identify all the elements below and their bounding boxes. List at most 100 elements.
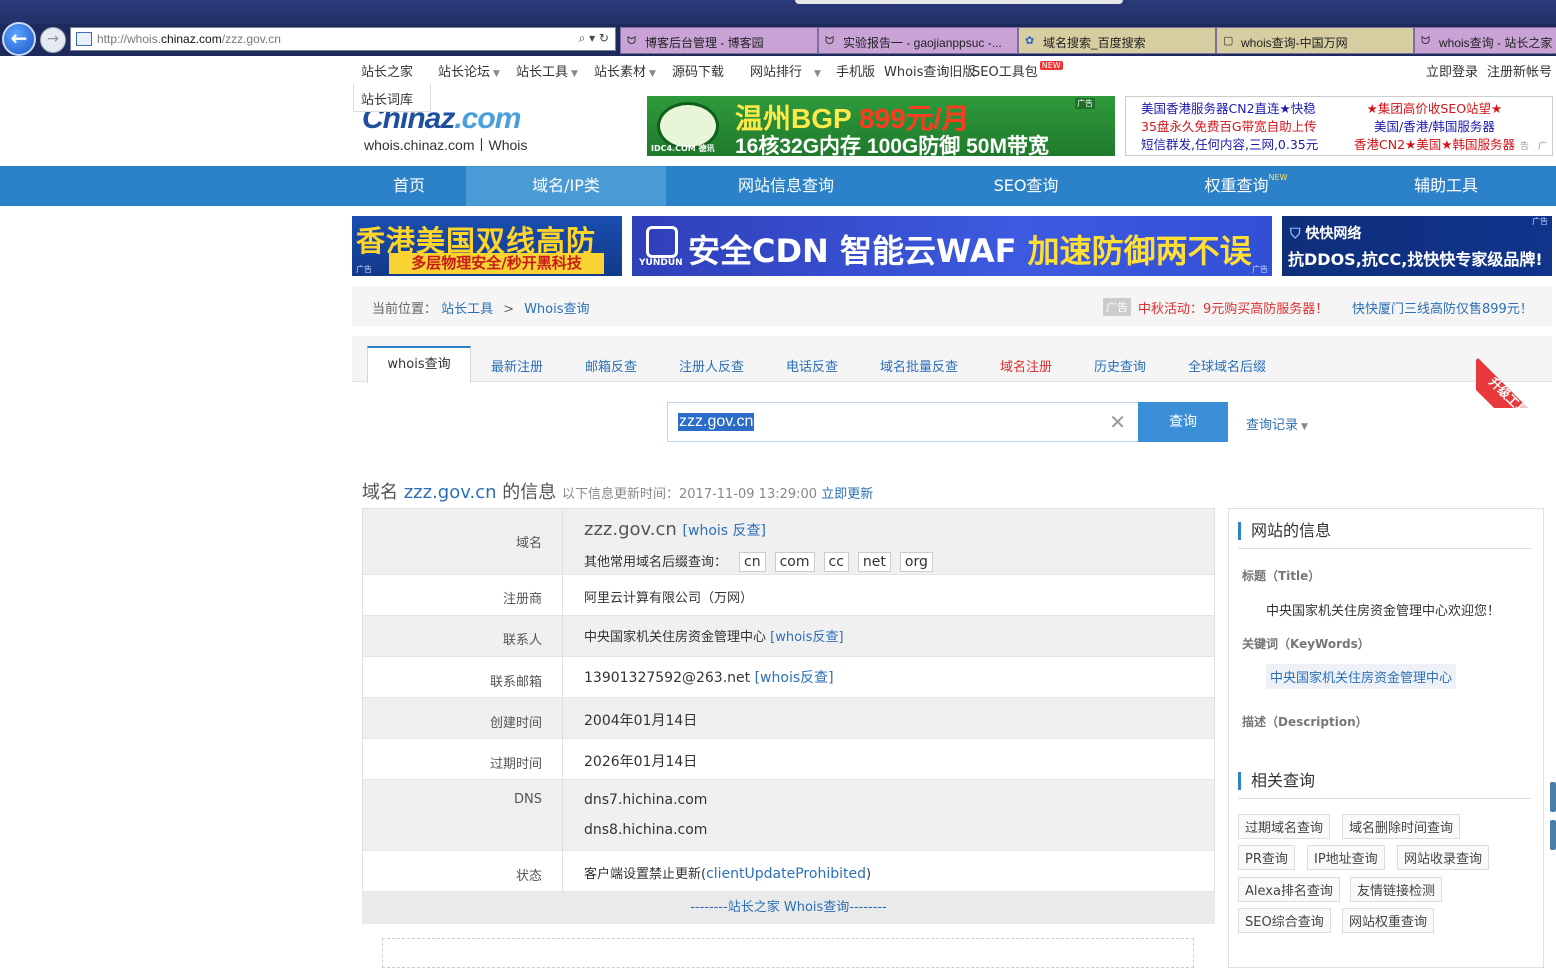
browser-tab[interactable]: ᗢ 实验报告一 - gaojianppsuc -... xyxy=(818,27,1018,54)
whois-reverse-link[interactable]: [whois 反查] xyxy=(683,523,766,539)
banner-ad-yundun[interactable]: YUNDUN 安全CDN 智能云WAF 加速防御两不误 广告 xyxy=(632,216,1272,276)
suffix-net[interactable]: net xyxy=(857,552,891,572)
tab-registrant-reverse[interactable]: 注册人反查 xyxy=(679,356,744,375)
browser-tab[interactable]: ᗢ 博客后台管理 - 博客园 xyxy=(620,27,818,54)
domain-value: zzz.gov.cn [whois 反查] xyxy=(584,519,766,540)
clear-icon[interactable]: ✕ xyxy=(1109,410,1126,434)
new-badge: NEW xyxy=(1268,173,1288,182)
toplink-source[interactable]: 源码下载 xyxy=(672,61,724,80)
tab-latest-register[interactable]: 最新注册 xyxy=(491,356,543,375)
banner-ad-bgp[interactable]: IDC4.COM 德讯 温州BGP 899元/月 16核32G内存 100G防御… xyxy=(647,96,1115,156)
text-ad-link[interactable]: ★集团高价收SEO站望★ xyxy=(1354,100,1515,118)
tab-domain-register[interactable]: 域名注册 xyxy=(1000,356,1052,375)
tab-email-reverse[interactable]: 邮箱反查 xyxy=(585,356,637,375)
contact-reverse-link[interactable]: [whois反查] xyxy=(770,630,843,645)
related-link[interactable]: 友情链接检测 xyxy=(1350,877,1443,902)
promo-link-midautumn[interactable]: 中秋活动：9元购买高防服务器！ xyxy=(1138,298,1328,317)
toplink-tools[interactable]: 站长工具 ▼ xyxy=(516,61,578,80)
search-input-value[interactable]: zzz.gov.cn xyxy=(678,413,755,431)
suffix-com[interactable]: com xyxy=(774,552,815,572)
related-link[interactable]: 域名删除时间查询 xyxy=(1342,814,1461,839)
email-reverse-link[interactable]: [whois反查] xyxy=(755,670,834,686)
search-button[interactable]: 查询 xyxy=(1138,402,1228,442)
scroll-indicator[interactable] xyxy=(1550,820,1556,850)
dropdown-item-cidian[interactable]: 站长词库 xyxy=(353,84,431,112)
tab-global-suffix[interactable]: 全球域名后缀 xyxy=(1188,356,1266,375)
title-value: 中央国家机关住房资金管理中心欢迎您！ xyxy=(1266,604,1501,619)
related-link[interactable]: Alexa排名查询 xyxy=(1238,877,1340,902)
query-history-dropdown[interactable]: 查询记录 ▼ xyxy=(1246,414,1308,433)
suffix-cc[interactable]: cc xyxy=(823,552,849,572)
site-favicon-icon xyxy=(76,32,92,46)
table-row-dns: DNS dns7.hichina.com dns8.hichina.com xyxy=(363,780,1214,851)
row-label: 联系邮箱 xyxy=(363,657,563,697)
address-bar[interactable]: http://whois.chinaz.com/zzz.gov.cn ⌕ ▾ ↻ xyxy=(70,27,616,51)
related-link[interactable]: 过期域名查询 xyxy=(1238,814,1331,839)
related-link[interactable]: 网站收录查询 xyxy=(1397,845,1490,870)
vip-upgrade-ribbon[interactable]: 升级工具VIP xyxy=(1476,336,1556,408)
related-link[interactable]: 网站权重查询 xyxy=(1342,908,1435,933)
text-ad-link[interactable]: 美国/香港/韩国服务器 xyxy=(1354,118,1515,136)
update-now-link[interactable]: 立即更新 xyxy=(821,487,873,502)
toplink-old-whois[interactable]: Whois查询旧版 xyxy=(884,61,975,80)
suffix-cn[interactable]: cn xyxy=(739,552,766,572)
suffix-org[interactable]: org xyxy=(899,552,933,572)
divider xyxy=(1238,548,1531,549)
breadcrumb-whois[interactable]: Whois查询 xyxy=(524,302,589,317)
nav-seo[interactable]: SEO查询 xyxy=(926,166,1126,206)
nav-aux-tools[interactable]: 辅助工具 xyxy=(1346,166,1546,206)
address-url[interactable]: http://whois.chinaz.com/zzz.gov.cn xyxy=(97,32,281,46)
tab-batch-reverse[interactable]: 域名批量反查 xyxy=(880,356,958,375)
toplink-material[interactable]: 站长素材 ▼ xyxy=(594,61,656,80)
ad-tag: 广告 xyxy=(1103,298,1131,316)
nav-home[interactable]: 首页 xyxy=(352,166,466,206)
nav-weight[interactable]: 权重查询NEW xyxy=(1146,166,1346,206)
update-info: 以下信息更新时间：2017-11-09 13:29:00 立即更新 xyxy=(562,487,874,502)
browser-tab[interactable]: ✿ 域名搜索_百度搜索 xyxy=(1018,27,1216,54)
tab-whois[interactable]: whois查询 xyxy=(367,346,471,383)
logo-subtitle: whois.chinaz.com丨Whois xyxy=(364,137,528,153)
whois-footer: --------站长之家 Whois查询-------- xyxy=(362,892,1215,924)
toplink-rank[interactable]: 网站排行 ▼ xyxy=(750,61,821,80)
nav-domain-ip[interactable]: 域名/IP类 xyxy=(466,166,666,206)
browser-tab-active[interactable]: ᗢ whois查询 - 站长之家 xyxy=(1414,27,1556,54)
breadcrumb-tools[interactable]: 站长工具 xyxy=(441,302,493,317)
back-button[interactable]: ← xyxy=(2,22,36,56)
scroll-indicator[interactable] xyxy=(1550,782,1556,812)
breadcrumb: 当前位置： 站长工具 > Whois查询 xyxy=(372,302,590,317)
tab-history[interactable]: 历史查询 xyxy=(1094,356,1146,375)
tab-phone-reverse[interactable]: 电话反查 xyxy=(786,356,838,375)
toplink-zhanzhang[interactable]: 站长之家 xyxy=(361,61,413,80)
text-ad-link[interactable]: 香港CN2★美国★韩国服务器 xyxy=(1354,136,1515,154)
row-label: 域名 xyxy=(363,509,563,574)
dns-value-1: dns7.hichina.com xyxy=(584,792,708,808)
forward-button[interactable]: → xyxy=(40,27,66,53)
toplink-seo-pack[interactable]: SEO工具包 NEW xyxy=(972,61,1063,80)
suffix-row: 其他常用域名后缀查询： cn com cc net org xyxy=(584,551,942,572)
banner-ad-kuaikuai[interactable]: ⛉ 快快网络 抗DDOS,抗CC,找快快专家级品牌! 广告 xyxy=(1282,216,1552,276)
nav-site-info[interactable]: 网站信息查询 xyxy=(686,166,886,206)
row-label: 注册商 xyxy=(363,575,563,615)
text-ad-link[interactable]: 35盘永久免费百G带宽自助上传 xyxy=(1141,118,1318,136)
chevron-down-icon: ▼ xyxy=(649,69,656,79)
text-ad-link[interactable]: 美国香港服务器CN2直连★快稳 xyxy=(1141,100,1318,118)
register-link[interactable]: 注册新帐号 xyxy=(1487,61,1552,80)
related-link[interactable]: IP地址查询 xyxy=(1307,845,1385,870)
related-link[interactable]: PR查询 xyxy=(1238,845,1295,870)
tab-favicon-icon: ᗢ xyxy=(825,35,835,47)
promo-link-xiamen[interactable]: 快快厦门三线高防仅售899元！ xyxy=(1352,298,1533,317)
ad-label: 广告 xyxy=(1518,141,1546,150)
toplink-forum[interactable]: 站长论坛 ▼ xyxy=(438,61,500,80)
toplink-mobile[interactable]: 手机版 xyxy=(836,61,875,80)
browser-tab[interactable]: ▢ whois查询-中国万网 xyxy=(1216,27,1414,54)
search-input[interactable]: zzz.gov.cn ✕ xyxy=(667,402,1139,442)
login-link[interactable]: 立即登录 xyxy=(1426,61,1478,80)
related-link[interactable]: SEO综合查询 xyxy=(1238,908,1331,933)
keyword-tag[interactable]: 中央国家机关住房资金管理中心 xyxy=(1266,664,1457,689)
address-controls-icon[interactable]: ⌕ ▾ ↻ xyxy=(579,31,609,46)
banner-ad-hk-us[interactable]: 香港美国双线高防 多层物理安全/秒开黑科技 广告 xyxy=(352,216,622,276)
status-code-link[interactable]: clientUpdateProhibited xyxy=(706,866,866,882)
text-ad-link[interactable]: 短信群发,任何内容,三网,0.35元 xyxy=(1141,136,1318,154)
table-row-registrar: 注册商 阿里云计算有限公司（万网） xyxy=(363,575,1214,616)
email-value: 13901327592@263.net [whois反查] xyxy=(584,670,834,686)
